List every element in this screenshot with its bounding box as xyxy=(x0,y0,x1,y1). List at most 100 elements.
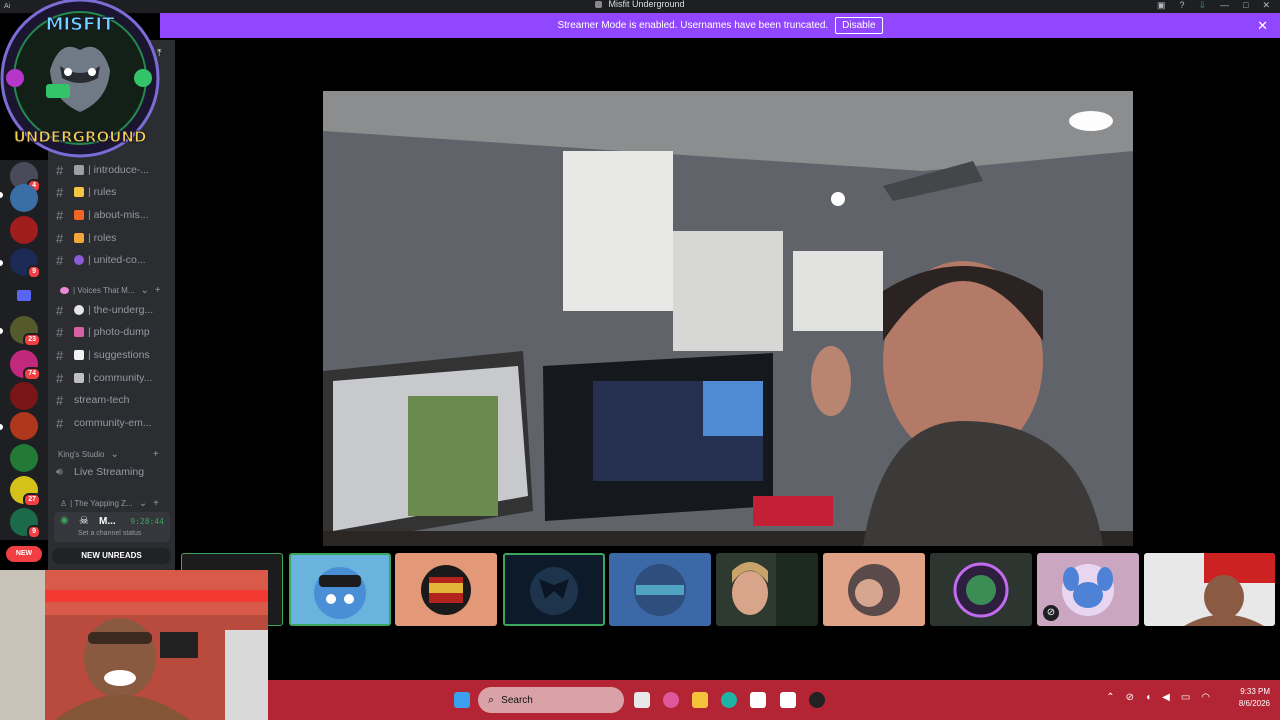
participant-tile[interactable] xyxy=(289,553,391,626)
server-icon[interactable] xyxy=(10,382,38,410)
webcam-feed xyxy=(0,570,268,720)
wifi-icon[interactable]: ◠ xyxy=(1201,692,1210,703)
server-icon[interactable]: 23 xyxy=(10,316,41,347)
participant-tile[interactable] xyxy=(609,553,711,626)
download-icon[interactable]: ⇩ xyxy=(1198,0,1206,11)
hash-icon: # xyxy=(56,324,64,340)
participant-avatar xyxy=(848,564,900,616)
channel-emoji-icon xyxy=(74,305,84,315)
channel-suggestions[interactable]: # | suggestions xyxy=(56,346,150,364)
hash-icon: # xyxy=(56,302,64,318)
channel-label: | united-co... xyxy=(88,254,146,266)
folder-icon[interactable] xyxy=(17,290,31,301)
hash-icon: # xyxy=(56,230,64,246)
hash-icon: # xyxy=(56,184,64,200)
category-voices[interactable]: | Voices That M... ⌄ + xyxy=(60,285,161,296)
discord-window: Ai Misfit Underground ▣ ? ⇩ — □ ✕ Stream… xyxy=(0,0,1280,720)
add-channel-icon[interactable]: + xyxy=(153,498,159,509)
microphone-icon[interactable]: ◖ xyxy=(1145,692,1151,703)
inbox-icon[interactable]: ▣ xyxy=(1157,0,1166,11)
voice-connected-user[interactable]: ◉ ☠ M... 9:28:44 Set a channel status xyxy=(54,512,170,542)
help-icon[interactable]: ? xyxy=(1179,0,1184,11)
channel-label: | suggestions xyxy=(88,349,150,361)
edge-browser-icon[interactable] xyxy=(721,692,737,708)
participant-tile[interactable]: ⊘ xyxy=(1037,553,1139,626)
obs-icon[interactable] xyxy=(809,692,825,708)
channel-status[interactable]: Set a channel status xyxy=(78,530,141,537)
channel-united[interactable]: # | united-co... xyxy=(56,251,146,269)
server-icon[interactable] xyxy=(10,216,38,244)
server-icon[interactable] xyxy=(10,412,38,440)
new-servers-pill[interactable]: NEW xyxy=(6,546,42,562)
server-icon[interactable]: 27 xyxy=(10,476,41,507)
server-icon[interactable] xyxy=(10,184,38,212)
chevron-up-icon[interactable]: ⌃ xyxy=(1106,692,1114,703)
participant-tile[interactable] xyxy=(503,553,605,626)
channel-community-em[interactable]: # community-em... xyxy=(56,414,152,432)
notepad-icon[interactable] xyxy=(780,692,796,708)
display-icon[interactable]: ▭ xyxy=(1181,692,1190,703)
category-emoji-icon xyxy=(60,287,69,294)
taskbar-search[interactable]: ⌕ Search xyxy=(478,687,624,713)
category-kings-studio[interactable]: King's Studio ⌄ + xyxy=(58,449,159,460)
channel-community[interactable]: # | community... xyxy=(56,369,152,387)
volume-icon[interactable]: ◀ xyxy=(1162,692,1170,703)
voice-timer: 9:28:44 xyxy=(130,517,164,526)
channel-label: | the-underg... xyxy=(88,304,154,316)
close-icon[interactable]: ✕ xyxy=(1257,18,1268,34)
add-channel-icon[interactable]: + xyxy=(155,285,161,296)
participant-tile[interactable] xyxy=(716,553,818,626)
channel-label: stream-tech xyxy=(74,394,130,406)
muted-icon: ⊘ xyxy=(1043,605,1059,621)
store-icon[interactable] xyxy=(750,692,766,708)
channel-the-underground[interactable]: # | the-underg... xyxy=(56,301,153,319)
server-icon[interactable]: 9 xyxy=(10,248,41,279)
server-icon[interactable] xyxy=(10,444,38,472)
new-unreads-button[interactable]: NEW UNREADS xyxy=(52,548,171,564)
server-icon[interactable]: 74 xyxy=(10,350,41,381)
copilot-icon[interactable] xyxy=(663,692,679,708)
windows-start-icon[interactable] xyxy=(454,692,470,708)
channel-roles[interactable]: # | roles xyxy=(56,229,116,247)
file-explorer-icon[interactable] xyxy=(692,692,708,708)
channel-label: | photo-dump xyxy=(88,326,150,338)
disable-streamer-mode-button[interactable]: Disable xyxy=(835,17,883,34)
task-view-icon[interactable] xyxy=(634,692,650,708)
taskbar-clock[interactable]: 9:33 PM 8/6/2026 xyxy=(1239,686,1270,710)
category-yapping[interactable]: ♙ | The Yapping Z... ⌄ + xyxy=(60,498,159,509)
hash-icon: # xyxy=(56,370,64,386)
main-stream-video[interactable] xyxy=(323,91,1133,546)
voice-channel-live-streaming[interactable]: 🔊︎ Live Streaming xyxy=(56,463,144,481)
close-window-icon[interactable]: ✕ xyxy=(1262,0,1270,11)
title-bar: Ai Misfit Underground ▣ ? ⇩ — □ ✕ xyxy=(0,0,1280,13)
channel-emoji-icon xyxy=(74,210,84,220)
channel-stream-tech[interactable]: # stream-tech xyxy=(56,391,129,409)
server-icon[interactable]: 9 xyxy=(10,508,41,539)
clock-date: 8/6/2026 xyxy=(1238,699,1270,708)
chevron-up-icon[interactable]: ⤒ xyxy=(157,48,161,59)
channel-about[interactable]: # | about-mis... xyxy=(56,206,149,224)
add-channel-icon[interactable]: + xyxy=(153,449,159,460)
maximize-icon[interactable]: □ xyxy=(1243,0,1248,11)
channel-rules[interactable]: # | rules xyxy=(56,183,116,201)
system-tray-icons: ⌃ ⊘ ◖ ◀ ▭ ◠ xyxy=(1106,692,1210,703)
participant-video xyxy=(732,553,818,626)
hash-icon: # xyxy=(56,347,64,363)
unread-indicator xyxy=(0,424,3,430)
skull-avatar-icon: ☠ xyxy=(79,515,89,527)
network-off-icon[interactable]: ⊘ xyxy=(1126,692,1134,703)
unread-indicator xyxy=(0,328,3,334)
server-badge: 74 xyxy=(23,367,41,381)
server-logo: MISFIT UNDERGROUND xyxy=(0,0,160,158)
channel-introduce[interactable]: # | introduce-... xyxy=(56,161,149,179)
participant-tile[interactable] xyxy=(395,553,497,626)
channel-emoji-icon xyxy=(74,373,84,383)
participant-tile[interactable] xyxy=(1144,553,1275,626)
unread-indicator xyxy=(0,192,3,198)
minimize-icon[interactable]: — xyxy=(1220,0,1229,11)
channel-photo-dump[interactable]: # | photo-dump xyxy=(56,323,150,341)
channel-label: Live Streaming xyxy=(74,466,145,478)
participant-tile[interactable] xyxy=(823,553,925,626)
participant-avatar xyxy=(421,565,471,615)
participant-tile[interactable] xyxy=(930,553,1032,626)
